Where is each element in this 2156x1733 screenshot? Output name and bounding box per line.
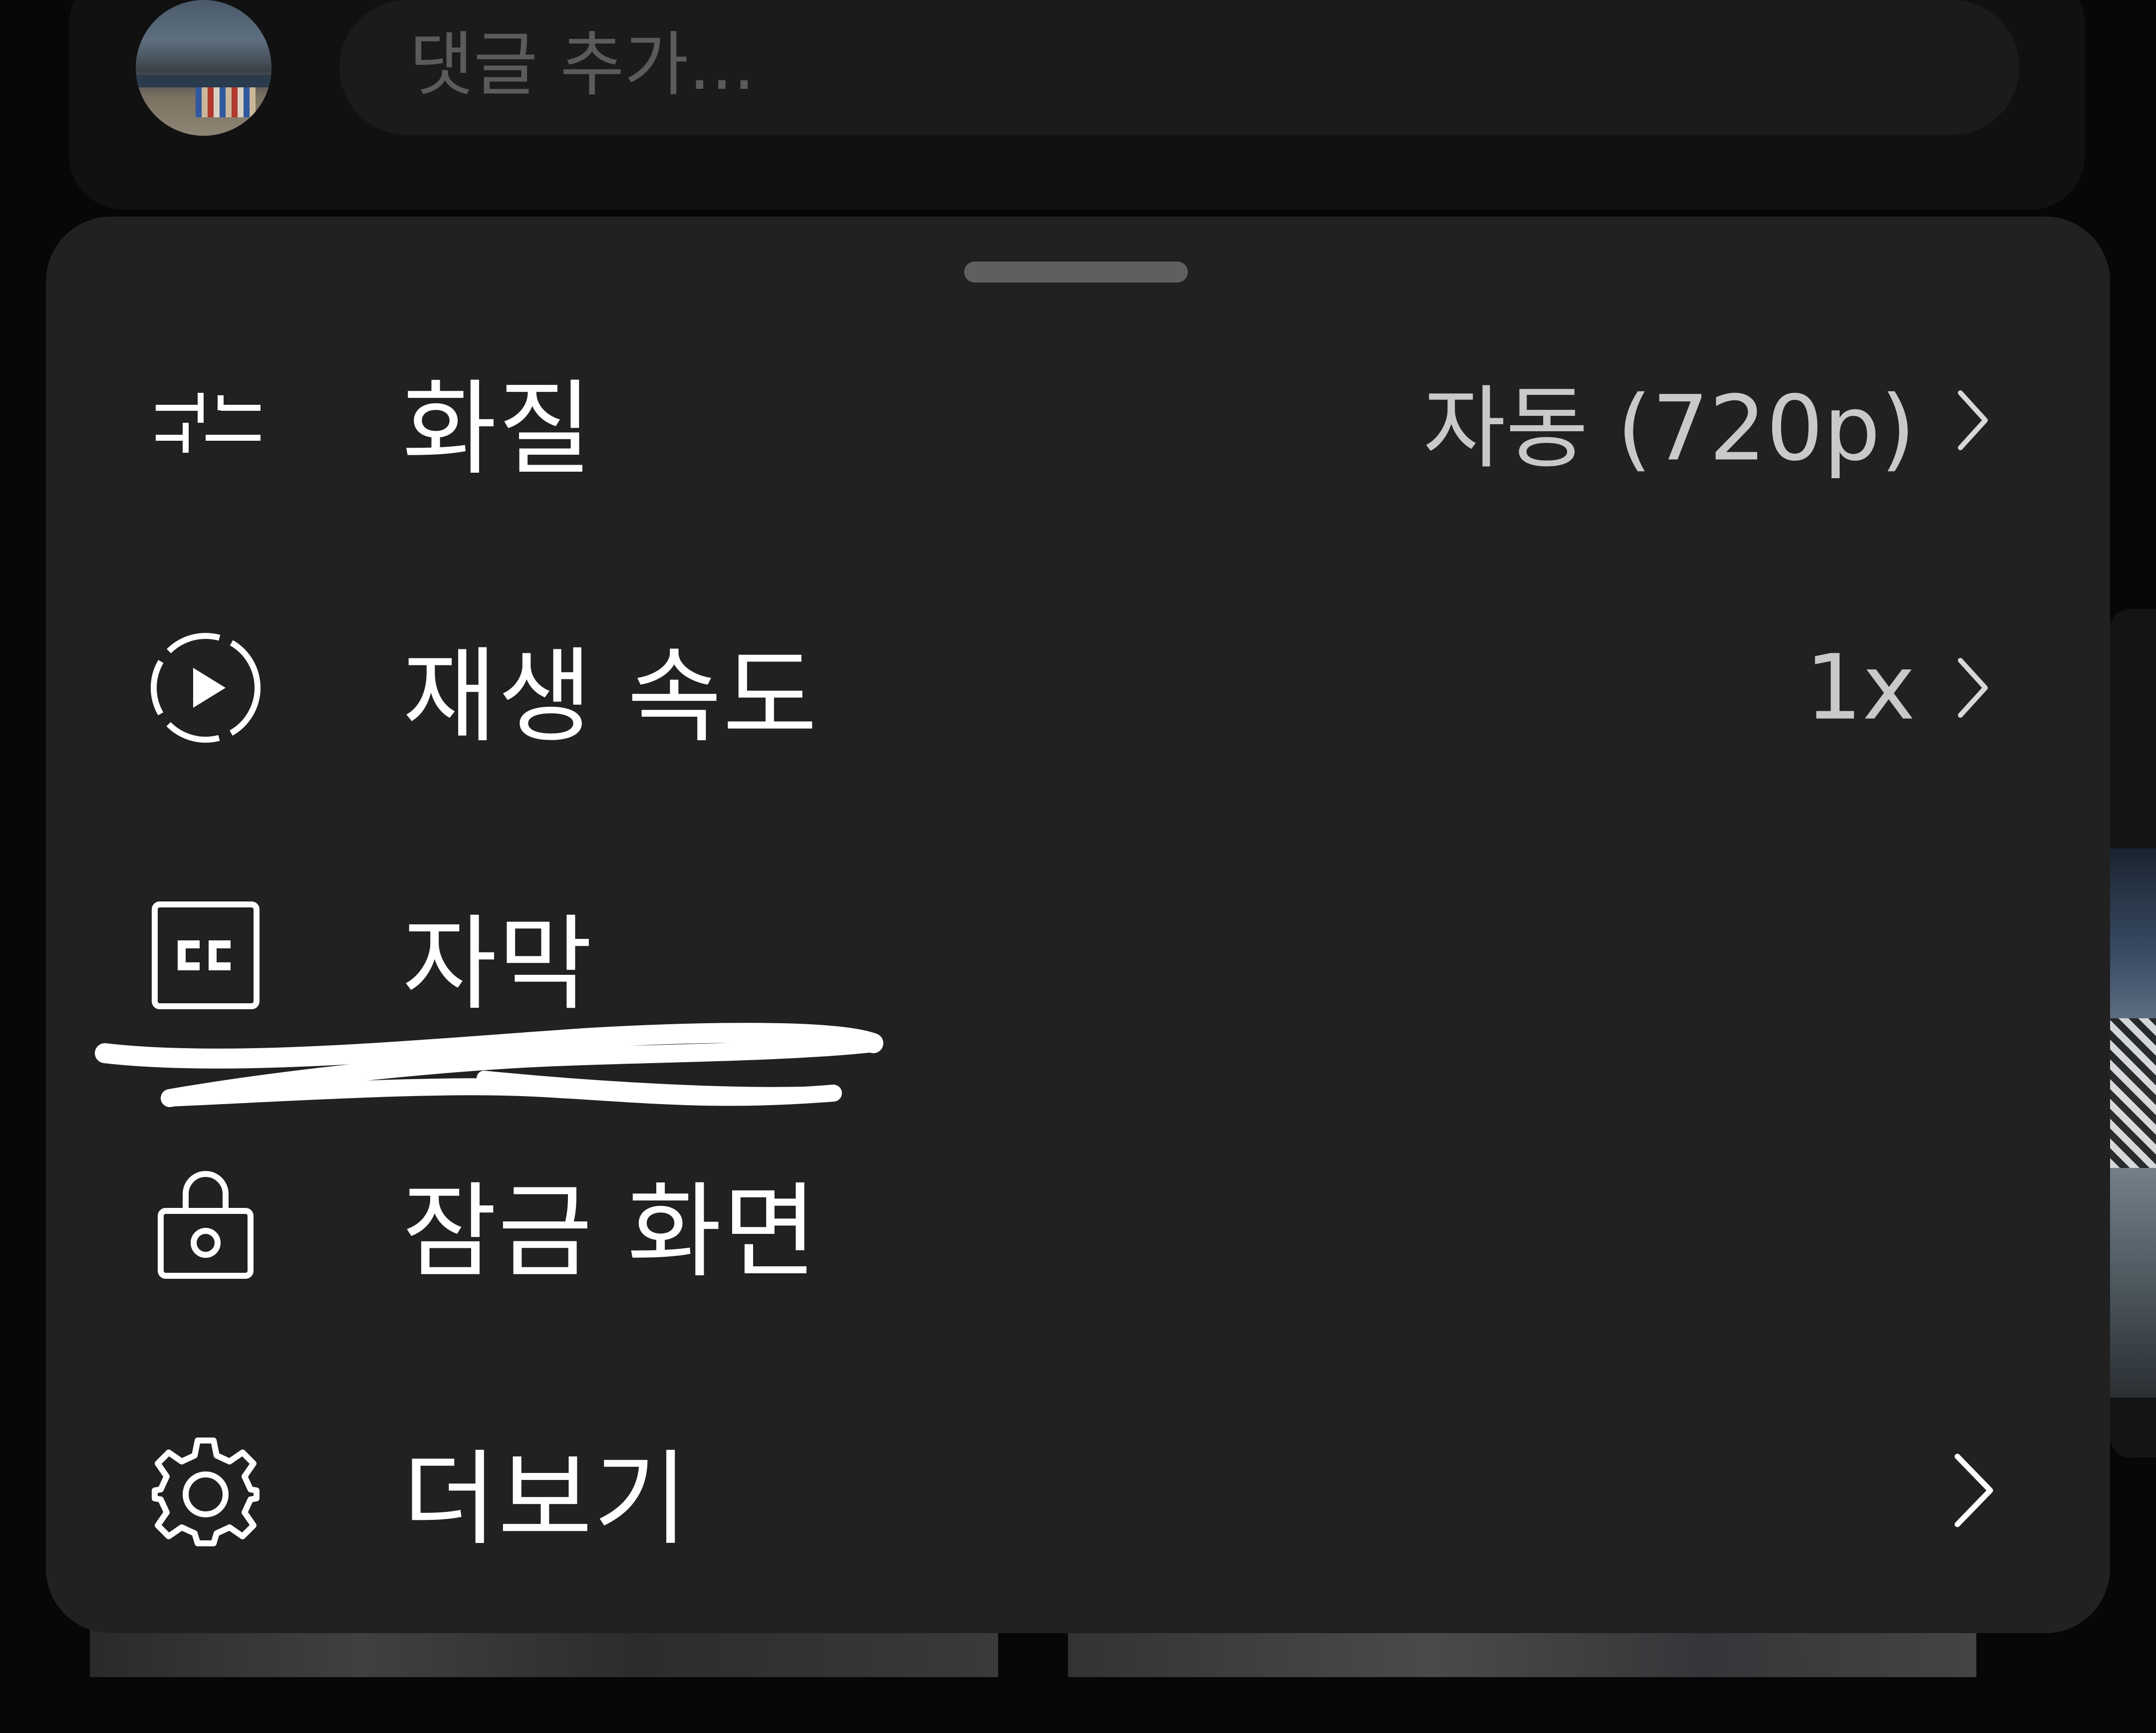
avatar-image-detail xyxy=(196,87,256,117)
settings-bottom-sheet: 화질 자동 (720p) 재생 속도 1x 자막 잠금 화면 더보기 xyxy=(46,217,2110,1633)
video-thumbnail-right[interactable] xyxy=(2110,609,2156,1457)
chevron-right-icon xyxy=(1950,383,1995,458)
menu-item-label: 화질 xyxy=(402,369,594,489)
comment-input[interactable]: 댓글 추가... xyxy=(339,0,2019,135)
menu-item-label: 잠금 화면 xyxy=(402,1172,818,1292)
menu-item-label: 더보기 xyxy=(402,1440,689,1559)
playback-speed-value: 1x xyxy=(1805,635,1915,740)
comment-input-placeholder: 댓글 추가... xyxy=(409,24,756,106)
menu-item-quality[interactable]: 화질 자동 (720p) xyxy=(46,295,2110,545)
avatar[interactable] xyxy=(136,0,271,136)
lock-icon xyxy=(146,1163,266,1283)
avatar-image-shore xyxy=(136,75,271,87)
chevron-right-icon xyxy=(1946,1445,2001,1535)
menu-item-more[interactable]: 더보기 xyxy=(46,1366,2110,1615)
gear-icon xyxy=(146,1431,266,1550)
chevron-right-icon xyxy=(1950,650,1995,725)
menu-item-label: 자막 xyxy=(402,904,594,1024)
thumbnail-image-detail xyxy=(2110,1018,2156,1168)
sliders-icon xyxy=(146,360,266,480)
menu-item-playback-speed[interactable]: 재생 속도 1x xyxy=(46,563,2110,813)
quality-value: 자동 (720p) xyxy=(1423,376,1915,481)
video-thumbnail-bottom-right[interactable] xyxy=(1068,1627,1976,1677)
handwritten-annotation-scribble xyxy=(85,1018,903,1138)
playback-speed-icon xyxy=(146,628,266,748)
cc-icon xyxy=(146,895,266,1015)
video-thumbnail-bottom-left[interactable] xyxy=(90,1627,998,1677)
menu-item-label: 재생 속도 xyxy=(402,637,818,757)
drag-handle[interactable] xyxy=(964,262,1188,283)
